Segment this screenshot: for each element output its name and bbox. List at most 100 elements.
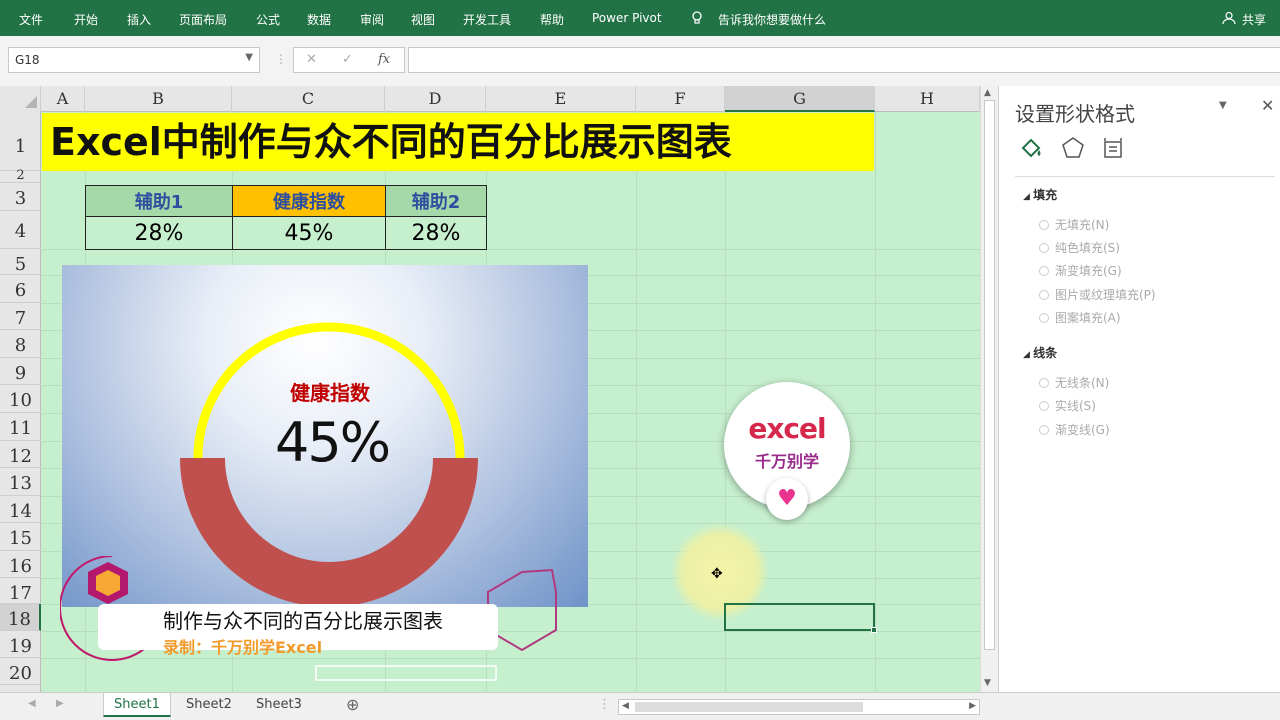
tab-formulas[interactable]: 公式 <box>256 11 280 28</box>
table-header-aux2[interactable]: 辅助2 <box>385 185 487 217</box>
row-header-19[interactable]: 19 <box>0 631 41 658</box>
row-header-10[interactable]: 10 <box>0 385 41 413</box>
tab-data[interactable]: 数据 <box>307 11 331 28</box>
size-properties-icon[interactable] <box>1101 136 1125 164</box>
table-cell-aux1[interactable]: 28% <box>85 216 233 250</box>
fill-handle[interactable] <box>871 627 877 633</box>
sheet-tab-2[interactable]: Sheet2 <box>176 693 242 717</box>
more-icon: ⋮ <box>598 697 611 712</box>
fill-option[interactable]: 渐变填充(G) <box>1039 262 1122 279</box>
table-header-health[interactable]: 健康指数 <box>232 185 386 217</box>
col-header-a[interactable]: A <box>41 86 85 112</box>
row-header-7[interactable]: 7 <box>0 303 41 330</box>
table-cell-aux2[interactable]: 28% <box>385 216 487 250</box>
add-sheet-icon[interactable]: ⊕ <box>346 695 359 714</box>
tell-me-search[interactable]: 告诉我你想要做什么 <box>718 11 826 28</box>
row-header-14[interactable]: 14 <box>0 496 41 523</box>
selected-cell-g18[interactable] <box>724 603 877 633</box>
chevron-down-icon[interactable]: ▼ <box>245 52 253 63</box>
scroll-thumb[interactable] <box>984 100 995 650</box>
sheet-tab-1[interactable]: Sheet1 <box>103 693 171 717</box>
line-option[interactable]: 无线条(N) <box>1039 374 1109 391</box>
row-header-11[interactable]: 11 <box>0 413 41 441</box>
vertical-scrollbar[interactable]: ▲ ▼ <box>980 86 998 692</box>
fill-line-icon[interactable] <box>1019 136 1045 164</box>
col-header-h[interactable]: H <box>875 86 980 112</box>
col-header-b[interactable]: B <box>85 86 232 112</box>
more-icon: ⋮ <box>275 52 287 66</box>
tab-review[interactable]: 审阅 <box>360 11 384 28</box>
col-header-g[interactable]: G <box>725 86 875 112</box>
h-scroll-thumb[interactable] <box>635 702 863 712</box>
row-header-4[interactable]: 4 <box>0 211 41 249</box>
line-section[interactable]: ◢ 线条 <box>1023 344 1057 361</box>
row-header-12[interactable]: 12 <box>0 441 41 468</box>
row-header-20[interactable]: 20 <box>0 658 41 685</box>
close-icon[interactable]: ✕ <box>1261 96 1274 115</box>
fill-section[interactable]: ◢ 填充 <box>1023 186 1057 203</box>
scroll-up-icon[interactable]: ▲ <box>984 88 991 98</box>
tab-view[interactable]: 视图 <box>411 11 435 28</box>
row-header-16[interactable]: 16 <box>0 551 41 578</box>
worksheet-grid[interactable]: A B C D E F G H 1 2 3 4 5 6 7 8 9 10 11 … <box>0 86 980 692</box>
select-all-corner[interactable] <box>0 86 41 112</box>
scroll-left-icon[interactable]: ◀ <box>622 701 629 711</box>
row-header-18[interactable]: 18 <box>0 604 41 631</box>
confirm-icon[interactable]: ✓ <box>342 52 353 67</box>
tab-file[interactable]: 文件 <box>19 11 43 28</box>
tab-page-layout[interactable]: 页面布局 <box>179 11 227 28</box>
row-header-2[interactable]: 2 <box>0 169 41 183</box>
formula-input[interactable] <box>408 47 1280 73</box>
col-header-c[interactable]: C <box>232 86 385 112</box>
function-icon[interactable]: fx <box>378 52 390 67</box>
tab-help[interactable]: 帮助 <box>540 11 564 28</box>
cancel-icon[interactable]: ✕ <box>306 52 317 67</box>
row-header-1[interactable]: 1 <box>0 112 41 171</box>
formula-bar: G18 ▼ ⋮ ✕ ✓ fx <box>0 36 1280 86</box>
row-header-13[interactable]: 13 <box>0 468 41 496</box>
table-cell-health[interactable]: 45% <box>232 216 386 250</box>
row-header-6[interactable]: 6 <box>0 275 41 303</box>
share-button[interactable]: 共享 <box>1242 11 1266 28</box>
fill-section-label: 填充 <box>1033 188 1058 202</box>
tab-developer[interactable]: 开发工具 <box>463 11 511 28</box>
badge-line1: excel <box>748 412 826 445</box>
fill-option[interactable]: 无填充(N) <box>1039 216 1109 233</box>
ribbon-tabs: 文件 开始 插入 页面布局 公式 数据 审阅 视图 开发工具 帮助 Power … <box>0 0 1280 36</box>
sheet-tab-3[interactable]: Sheet3 <box>246 693 312 717</box>
scroll-down-icon[interactable]: ▼ <box>984 678 991 688</box>
fill-option[interactable]: 图片或纹理填充(P) <box>1039 286 1156 303</box>
tab-home[interactable]: 开始 <box>74 11 98 28</box>
prev-sheet-icon[interactable]: ◀ <box>28 698 36 709</box>
gauge-label: 健康指数 <box>290 381 370 405</box>
col-header-e[interactable]: E <box>486 86 636 112</box>
line-option[interactable]: 渐变线(G) <box>1039 421 1110 438</box>
horizontal-scrollbar[interactable]: ◀ ▶ <box>618 699 980 715</box>
col-header-f[interactable]: F <box>636 86 725 112</box>
row-header-17[interactable]: 17 <box>0 578 41 604</box>
line-option[interactable]: 实线(S) <box>1039 397 1096 414</box>
heart-icon: ♥ <box>766 478 808 520</box>
row-header-15[interactable]: 15 <box>0 523 41 551</box>
option-label: 图片或纹理填充(P) <box>1055 288 1156 302</box>
option-label: 无填充(N) <box>1055 218 1110 232</box>
table-header-aux1[interactable]: 辅助1 <box>85 185 233 217</box>
row-header-8[interactable]: 8 <box>0 330 41 358</box>
sheet-title[interactable]: Excel中制作与众不同的百分比展示图表 <box>42 113 874 171</box>
row-header-3[interactable]: 3 <box>0 183 41 211</box>
option-label: 渐变填充(G) <box>1055 264 1122 278</box>
tab-power-pivot[interactable]: Power Pivot <box>592 11 662 25</box>
divider <box>1015 176 1275 177</box>
gauge-value: 45% <box>274 411 391 474</box>
col-header-d[interactable]: D <box>385 86 486 112</box>
name-box[interactable]: G18 ▼ <box>8 47 260 73</box>
next-sheet-icon[interactable]: ▶ <box>56 698 64 709</box>
scroll-right-icon[interactable]: ▶ <box>969 701 976 711</box>
fill-option[interactable]: 图案填充(A) <box>1039 309 1121 326</box>
row-header-5[interactable]: 5 <box>0 249 41 275</box>
row-header-9[interactable]: 9 <box>0 358 41 385</box>
panel-options-icon[interactable]: ▼ <box>1219 100 1227 111</box>
tab-insert[interactable]: 插入 <box>127 11 151 28</box>
effects-icon[interactable] <box>1061 136 1085 164</box>
fill-option[interactable]: 纯色填充(S) <box>1039 239 1120 256</box>
